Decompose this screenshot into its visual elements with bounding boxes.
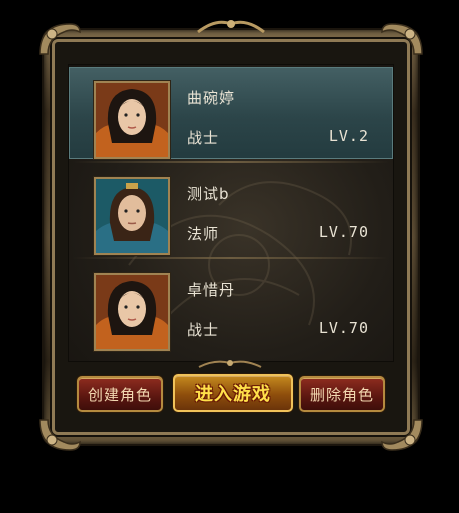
character-name: 卓惜丹 bbox=[187, 281, 236, 299]
corner-ornament-icon bbox=[36, 416, 82, 456]
corner-ornament-icon bbox=[36, 18, 82, 58]
create-character-button[interactable]: 创建角色 bbox=[77, 376, 163, 412]
character-name: 测试b bbox=[187, 185, 230, 203]
delete-character-button[interactable]: 删除角色 bbox=[299, 376, 385, 412]
character-class: 战士 bbox=[187, 321, 220, 339]
corner-ornament-icon bbox=[380, 416, 426, 456]
character-class: 战士 bbox=[187, 129, 220, 147]
character-list: 曲碗婷 战士 LV.2 测试b 法师 LV.70 卓惜丹 战士 LV.70 bbox=[68, 64, 394, 362]
character-class: 法师 bbox=[187, 225, 220, 243]
character-portrait bbox=[94, 177, 170, 255]
bottom-ornament-icon bbox=[198, 360, 261, 368]
character-level: LV.70 bbox=[318, 319, 369, 337]
character-level: LV.2 bbox=[328, 127, 369, 145]
corner-ornament-icon bbox=[380, 18, 426, 58]
character-row-3[interactable]: 卓惜丹 战士 LV.70 bbox=[69, 259, 393, 351]
enter-game-button[interactable]: 进入游戏 bbox=[173, 374, 293, 412]
character-row-1[interactable]: 曲碗婷 战士 LV.2 bbox=[69, 67, 393, 159]
character-portrait bbox=[94, 273, 170, 351]
character-level: LV.70 bbox=[318, 223, 369, 241]
character-row-2[interactable]: 测试b 法师 LV.70 bbox=[69, 163, 393, 255]
character-portrait bbox=[94, 81, 170, 159]
character-name: 曲碗婷 bbox=[187, 89, 236, 107]
top-ornament-icon bbox=[196, 14, 266, 36]
